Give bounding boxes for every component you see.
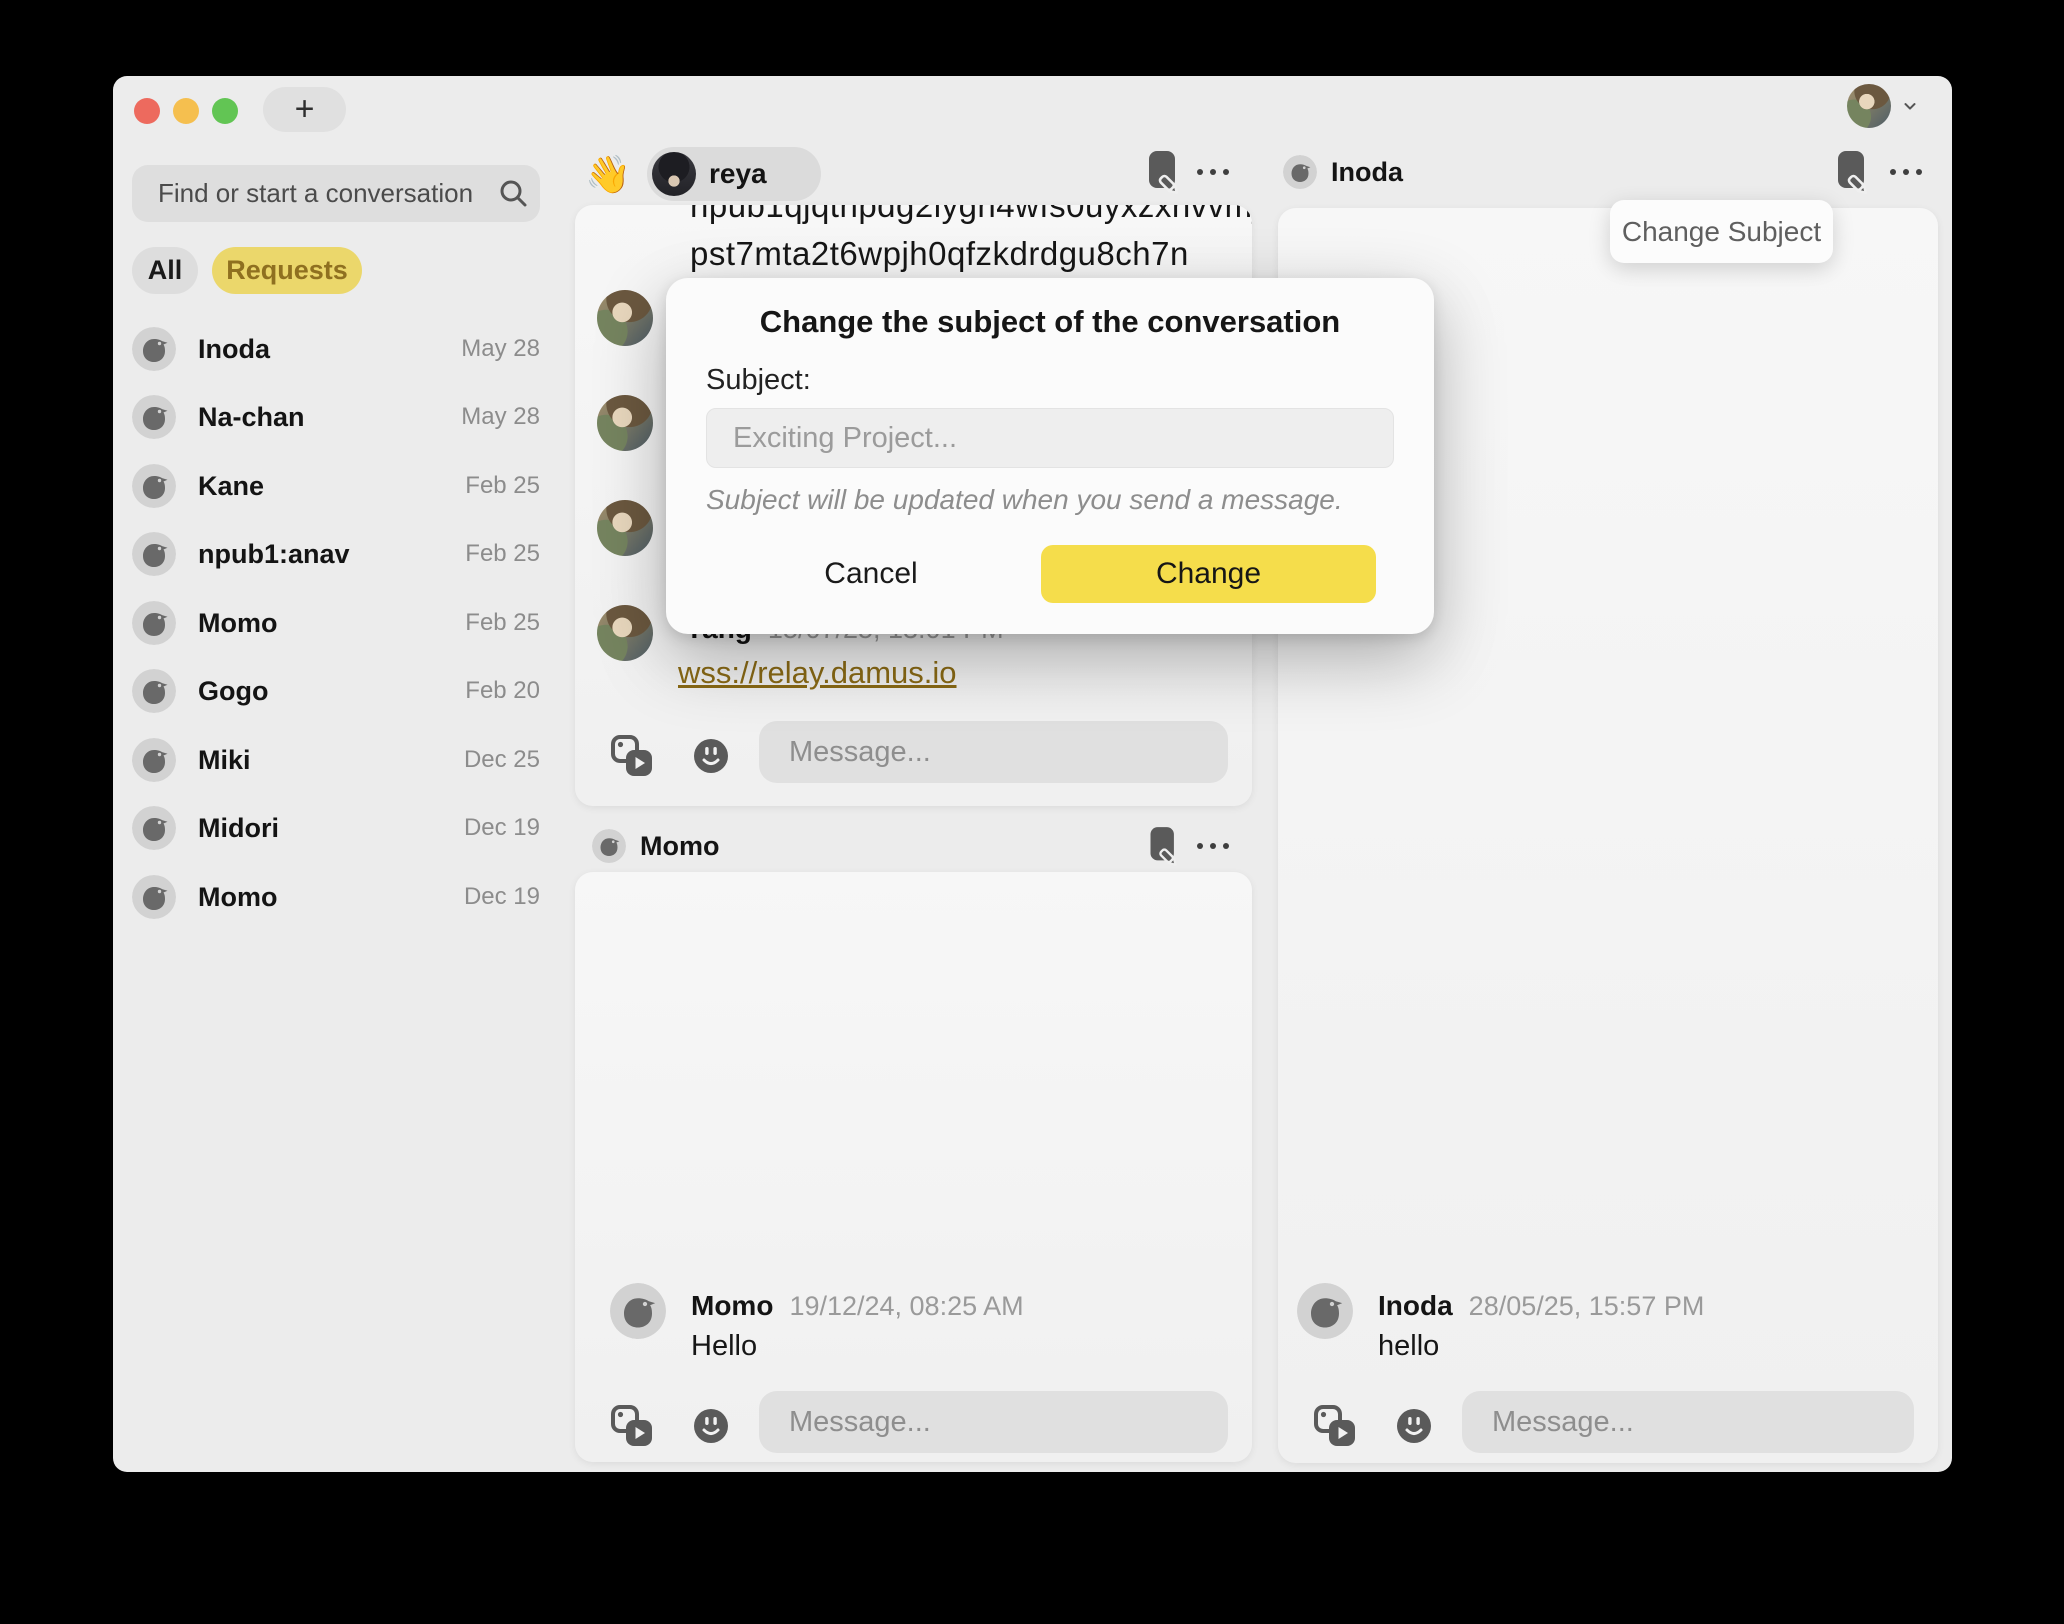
momo-avatar: [592, 829, 626, 863]
minimize-window-button[interactable]: [173, 98, 199, 124]
bird-avatar: [132, 875, 176, 919]
message-text: Hello: [691, 1330, 757, 1363]
reya-avatar: [652, 152, 696, 196]
zoom-window-button[interactable]: [212, 98, 238, 124]
change-subject-modal: Change the subject of the conversation S…: [666, 278, 1434, 634]
conversation-date: Feb 20: [465, 677, 540, 705]
message-input[interactable]: [759, 721, 1228, 783]
tab-requests[interactable]: Requests: [212, 247, 362, 294]
conversation-name: Midori: [198, 813, 464, 844]
change-subject-icon[interactable]: [1144, 149, 1184, 195]
conversation-name: Na-chan: [198, 402, 461, 433]
account-menu[interactable]: [1847, 84, 1919, 128]
conversation-row-momo2[interactable]: Momo Dec 19: [132, 863, 540, 931]
conversation-date: Feb 25: [465, 609, 540, 637]
conversation-date: Feb 25: [465, 540, 540, 568]
chevron-down-icon[interactable]: [1901, 92, 1919, 120]
app-window: + All Requests Inoda May 28 Na-chan May …: [113, 76, 1952, 1472]
change-subject-icon[interactable]: [1833, 149, 1873, 195]
reya-title: reya: [709, 158, 767, 190]
conversation-name: Miki: [198, 745, 464, 776]
message-header: Inoda 28/05/25, 15:57 PM: [1378, 1290, 1704, 1322]
conversation-date: Feb 25: [465, 472, 540, 500]
message-sender: Momo: [691, 1290, 773, 1322]
inoda-avatar: [1283, 155, 1317, 189]
attach-media-icon[interactable]: [609, 1403, 655, 1449]
conversation-name: Inoda: [198, 334, 461, 365]
bird-avatar: [132, 738, 176, 782]
conversation-date: Dec 19: [464, 883, 540, 911]
search-input[interactable]: [132, 165, 540, 222]
message-avatar[interactable]: [1297, 1283, 1353, 1339]
conversation-row-nachan[interactable]: Na-chan May 28: [132, 383, 540, 451]
conversation-name: Gogo: [198, 676, 465, 707]
conversation-name: npub1:anav: [198, 539, 465, 570]
bird-avatar: [132, 601, 176, 645]
conversation-row-inoda[interactable]: Inoda May 28: [132, 315, 540, 383]
clipped-message-line: npub1qjqtnpdg2lygn4wfs0uyxzxnvvmjry: [575, 205, 1252, 230]
new-conversation-button[interactable]: +: [263, 87, 346, 132]
subject-input[interactable]: [706, 408, 1394, 468]
user-avatar[interactable]: [1847, 84, 1891, 128]
message-avatar[interactable]: [597, 395, 653, 451]
bird-avatar: [132, 806, 176, 850]
change-subject-tooltip: Change Subject: [1610, 200, 1833, 263]
more-options-icon[interactable]: [1890, 169, 1922, 175]
message-timestamp: 19/12/24, 08:25 AM: [789, 1291, 1023, 1322]
attach-media-icon[interactable]: [609, 733, 655, 779]
bird-avatar: [132, 395, 176, 439]
momo-panel-title: Momo: [640, 831, 719, 862]
wave-emoji: 👋: [585, 154, 631, 197]
cancel-button[interactable]: Cancel: [776, 545, 966, 603]
conversation-row-miki[interactable]: Miki Dec 25: [132, 726, 540, 794]
change-button[interactable]: Change: [1041, 545, 1376, 603]
conversation-date: May 28: [461, 335, 540, 363]
bird-avatar: [132, 464, 176, 508]
conversation-date: Dec 25: [464, 746, 540, 774]
momo-chat-panel: Momo 19/12/24, 08:25 AM Hello: [575, 872, 1252, 1462]
change-subject-icon[interactable]: [1146, 825, 1182, 867]
more-options-icon[interactable]: [1197, 843, 1229, 849]
message-text: hello: [1378, 1330, 1439, 1363]
subject-hint: Subject will be updated when you send a …: [706, 484, 1343, 516]
tab-all[interactable]: All: [132, 247, 198, 294]
message-header: Momo 19/12/24, 08:25 AM: [691, 1290, 1024, 1322]
conversation-name: Momo: [198, 882, 464, 913]
modal-title: Change the subject of the conversation: [666, 304, 1434, 340]
conversation-row-npub[interactable]: npub1:anav Feb 25: [132, 520, 540, 588]
message-timestamp: 28/05/25, 15:57 PM: [1469, 1291, 1705, 1322]
conversation-row-momo1[interactable]: Momo Feb 25: [132, 589, 540, 657]
conversation-date: Dec 19: [464, 814, 540, 842]
relay-link[interactable]: wss://relay.damus.io: [678, 655, 957, 691]
conversation-name: Kane: [198, 471, 465, 502]
message-sender: Inoda: [1378, 1290, 1453, 1322]
more-options-icon[interactable]: [1197, 169, 1229, 175]
inoda-panel-title: Inoda: [1331, 157, 1403, 188]
close-window-button[interactable]: [134, 98, 160, 124]
search-icon: [498, 178, 530, 210]
conversation-row-gogo[interactable]: Gogo Feb 20: [132, 657, 540, 725]
bird-avatar: [132, 532, 176, 576]
conversation-row-midori[interactable]: Midori Dec 19: [132, 794, 540, 862]
bird-avatar: [132, 327, 176, 371]
emoji-icon[interactable]: [1395, 1407, 1433, 1445]
screenshot-canvas: + All Requests Inoda May 28 Na-chan May …: [0, 0, 2064, 1624]
emoji-icon[interactable]: [692, 1407, 730, 1445]
message-avatar[interactable]: [610, 1283, 666, 1339]
emoji-icon[interactable]: [692, 737, 730, 775]
conversation-name: Momo: [198, 608, 465, 639]
npub-text: pst7mta2t6wpjh0qfzkdrdgu8ch7n: [690, 235, 1189, 273]
message-input[interactable]: [759, 1391, 1228, 1453]
reya-conversation-chip[interactable]: reya: [647, 147, 821, 201]
conversation-row-kane[interactable]: Kane Feb 25: [132, 452, 540, 520]
subject-label: Subject:: [706, 364, 811, 397]
message-avatar[interactable]: [597, 500, 653, 556]
attach-media-icon[interactable]: [1312, 1403, 1358, 1449]
conversation-date: May 28: [461, 403, 540, 431]
bird-avatar: [132, 669, 176, 713]
message-avatar[interactable]: [597, 290, 653, 346]
message-input[interactable]: [1462, 1391, 1914, 1453]
message-avatar[interactable]: [597, 605, 653, 661]
